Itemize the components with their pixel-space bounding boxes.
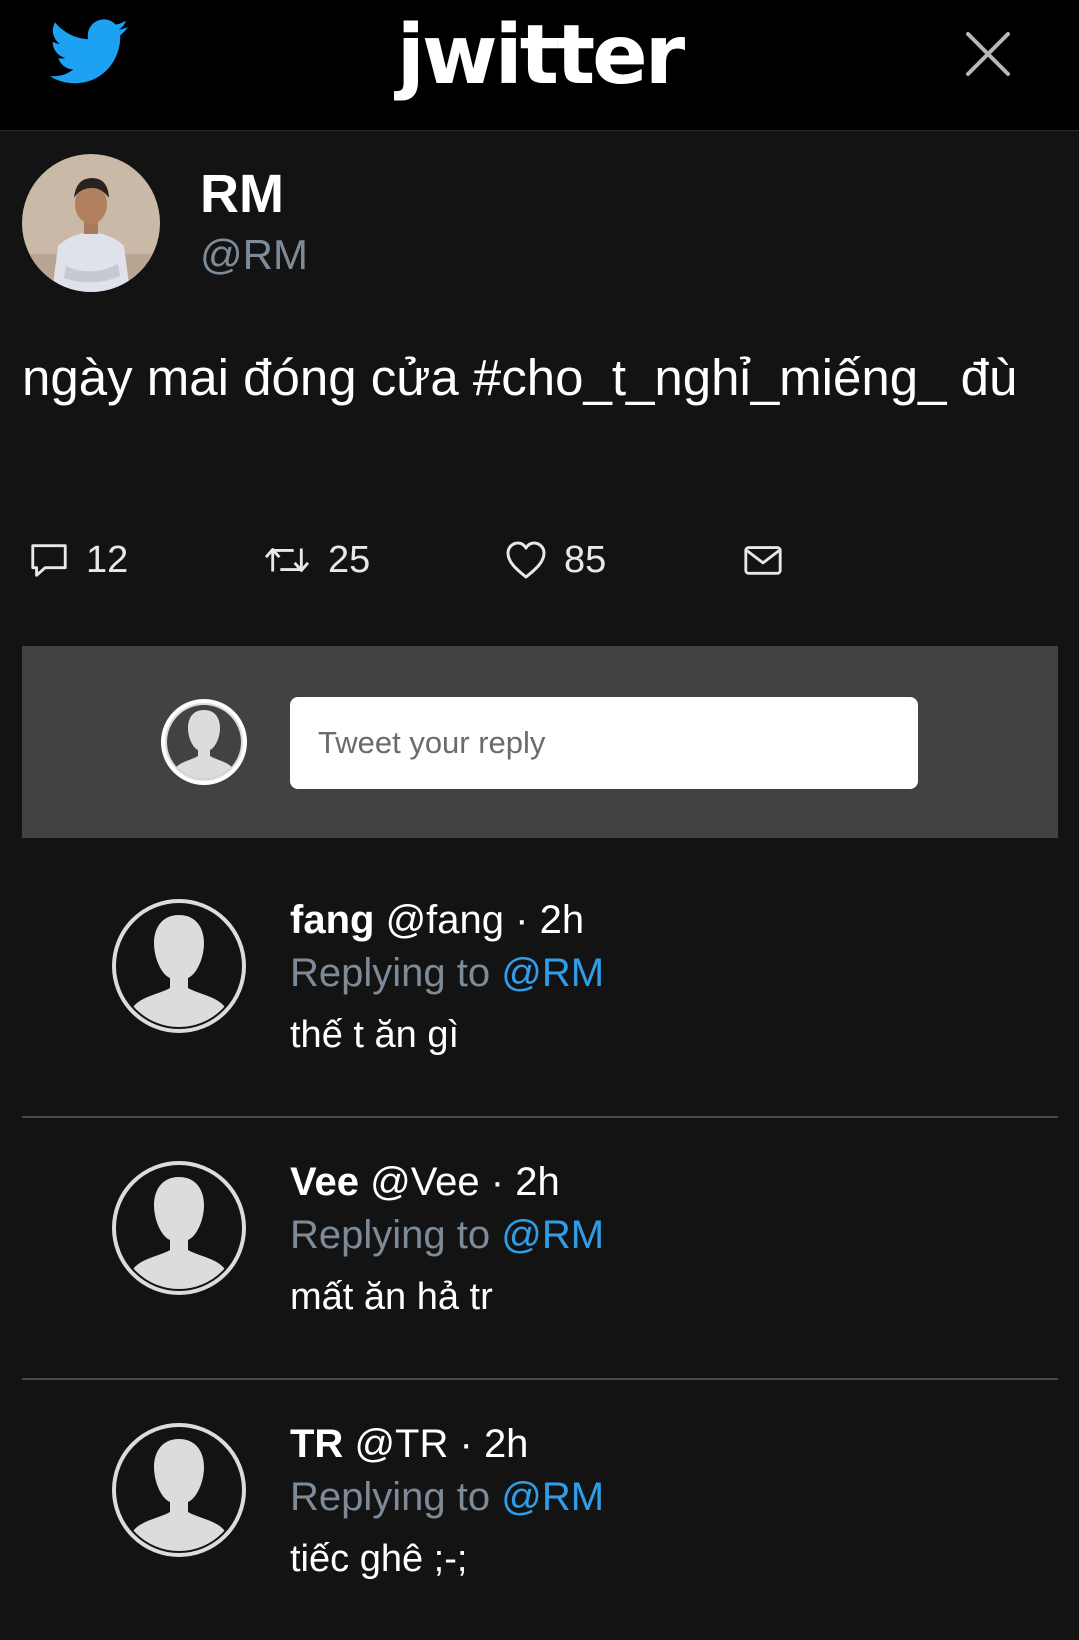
- reply-timestamp: 2h: [483, 1422, 529, 1466]
- reply-author-handle[interactable]: @fang: [386, 898, 504, 942]
- replying-to-line: Replying to @RM: [290, 948, 604, 998]
- mention-link[interactable]: @RM: [501, 951, 604, 995]
- reply-item[interactable]: Vee @Vee · 2h Replying to @RM mất ăn hả …: [22, 1117, 1058, 1378]
- reply-header: fang @fang · 2h: [290, 895, 584, 945]
- envelope-icon: [742, 539, 784, 581]
- retweet-button[interactable]: 25: [262, 535, 370, 585]
- user-avatar-placeholder-icon: [160, 698, 248, 786]
- replying-to-label: Replying to: [290, 1213, 491, 1257]
- author-handle[interactable]: @RM: [200, 230, 308, 280]
- reply-author-handle[interactable]: @Vee: [370, 1160, 480, 1204]
- default-avatar-icon[interactable]: [110, 897, 248, 1035]
- replying-to-label: Replying to: [290, 1475, 491, 1519]
- top-bar: jwitter: [0, 0, 1079, 131]
- reply-input[interactable]: [290, 697, 918, 789]
- retweet-icon: [262, 539, 312, 581]
- separator-dot: ·: [479, 1160, 516, 1204]
- default-avatar-icon[interactable]: [110, 1421, 248, 1559]
- reply-timestamp: 2h: [515, 1160, 560, 1204]
- replying-to-label: Replying to: [290, 951, 491, 995]
- like-count: 85: [564, 539, 607, 581]
- reply-item[interactable]: TR @TR · 2h Replying to @RM tiếc ghê ;-;: [22, 1379, 1058, 1640]
- mention-link[interactable]: @RM: [501, 1475, 604, 1519]
- reply-text: tiếc ghê ;-;: [290, 1538, 468, 1580]
- reply-author-name[interactable]: TR: [290, 1422, 343, 1466]
- comment-icon: [28, 539, 70, 581]
- replying-to-line: Replying to @RM: [290, 1472, 604, 1522]
- like-button[interactable]: 85: [504, 535, 606, 585]
- brand-logo-text: jwitter: [396, 8, 685, 103]
- reply-author-name[interactable]: Vee: [290, 1160, 359, 1204]
- heart-icon: [504, 538, 548, 582]
- author-name[interactable]: RM: [200, 164, 284, 224]
- separator-dot: ·: [504, 898, 540, 942]
- reply-text: mất ăn hả tr: [290, 1276, 493, 1318]
- author-avatar[interactable]: [22, 154, 160, 292]
- reply-header: TR @TR · 2h: [290, 1419, 528, 1469]
- reply-item[interactable]: fang @fang · 2h Replying to @RM thế t ăn…: [22, 855, 1058, 1116]
- direct-message-button[interactable]: [742, 535, 784, 585]
- reply-text: thế t ăn gì: [290, 1014, 460, 1056]
- reply-timestamp: 2h: [539, 898, 585, 942]
- reply-header: Vee @Vee · 2h: [290, 1157, 560, 1207]
- reply-author-handle[interactable]: @TR: [354, 1422, 448, 1466]
- tweet-text: ngày mai đóng cửa #cho_t_nghỉ_miếng_ đù: [22, 349, 1018, 406]
- separator-dot: ·: [448, 1422, 484, 1466]
- reply-button[interactable]: 12: [28, 535, 128, 585]
- reply-count: 12: [86, 539, 129, 581]
- retweet-count: 25: [328, 539, 371, 581]
- reply-author-name[interactable]: fang: [290, 898, 374, 942]
- replying-to-line: Replying to @RM: [290, 1210, 604, 1260]
- default-avatar-icon[interactable]: [110, 1159, 248, 1297]
- mention-link[interactable]: @RM: [501, 1213, 604, 1257]
- reply-composer: [22, 646, 1058, 838]
- close-icon[interactable]: [962, 28, 1014, 80]
